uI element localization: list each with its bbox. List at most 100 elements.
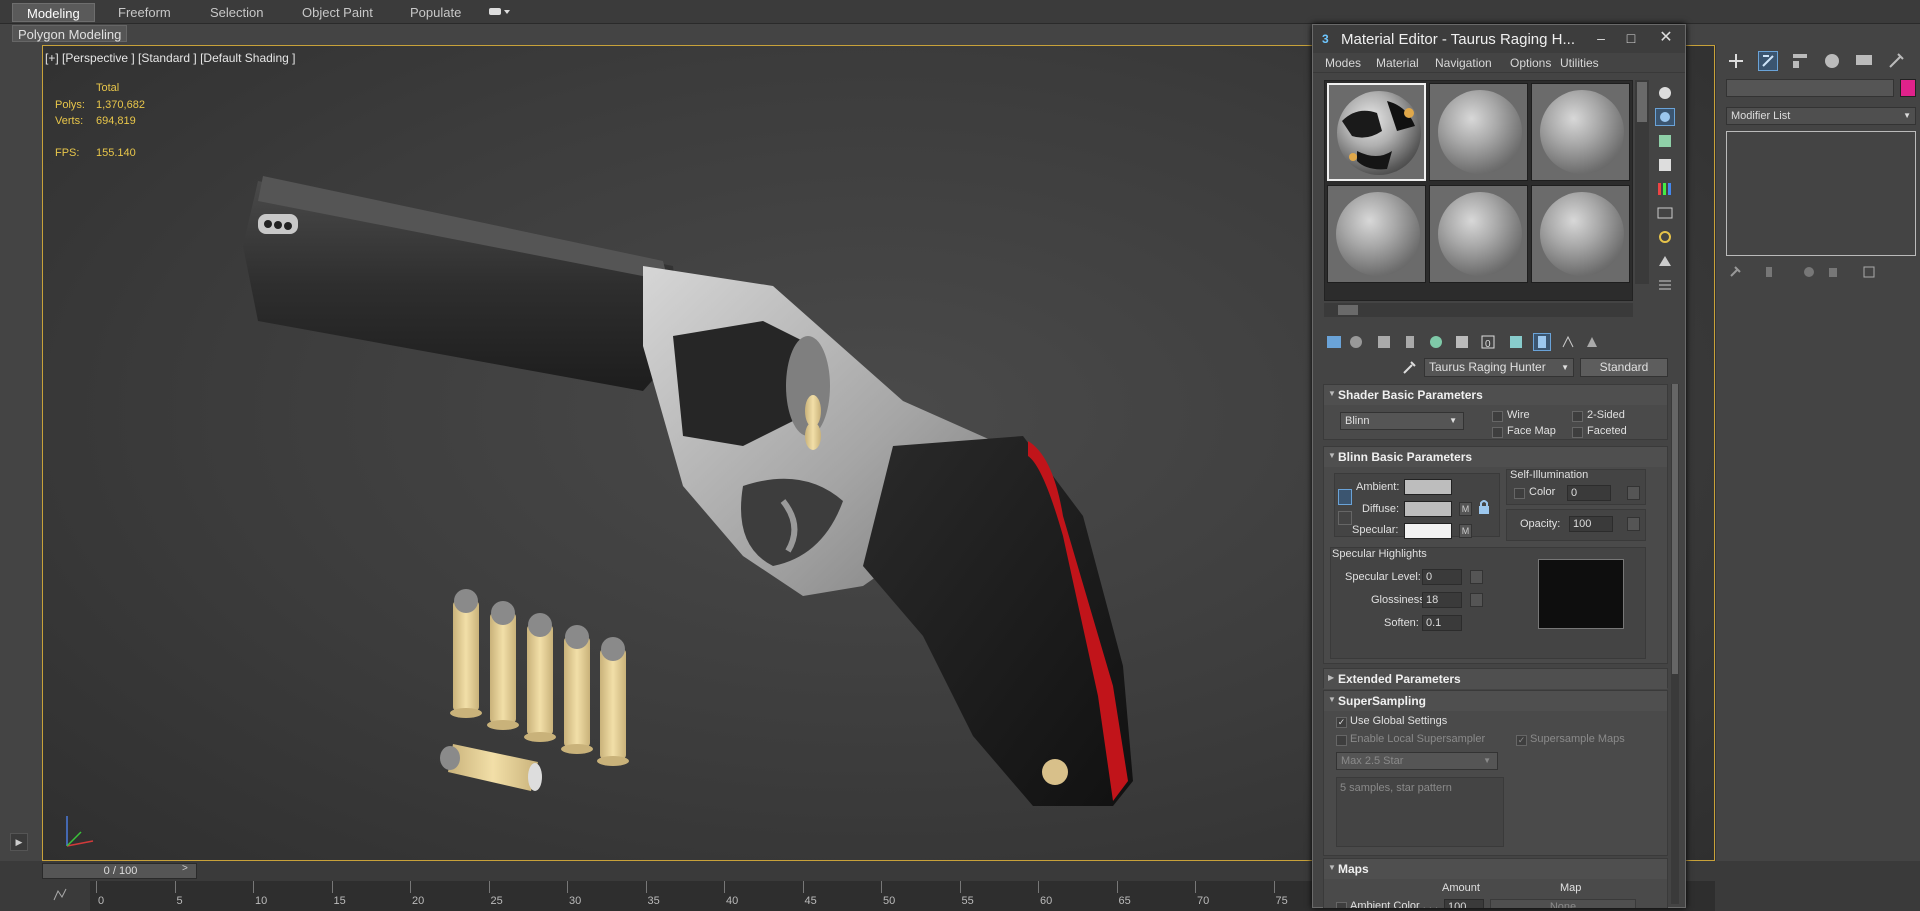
- modify-icon[interactable]: [1758, 51, 1778, 71]
- time-slider[interactable]: 0 / 100: [42, 863, 197, 879]
- ambient-color-amount-spinner[interactable]: 100: [1444, 899, 1484, 908]
- glossiness-spinner[interactable]: 18: [1422, 592, 1462, 608]
- material-type-button[interactable]: Standard: [1580, 358, 1668, 377]
- backlight-icon[interactable]: [1655, 108, 1675, 126]
- menu-navigation[interactable]: Navigation: [1435, 56, 1492, 70]
- menu-options[interactable]: Options: [1510, 56, 1551, 70]
- object-name-field[interactable]: [1726, 79, 1894, 97]
- use-global-settings-checkbox[interactable]: ✓: [1336, 717, 1347, 728]
- opacity-spinner[interactable]: 100: [1569, 516, 1613, 532]
- specular-level-spinner[interactable]: 0: [1422, 569, 1462, 585]
- self-illum-map-button[interactable]: [1627, 486, 1640, 500]
- select-by-material-icon[interactable]: [1655, 252, 1675, 270]
- sample-slot-4[interactable]: [1327, 185, 1426, 283]
- pick-material-eyedropper-icon[interactable]: [1401, 360, 1417, 376]
- slots-horizontal-scrollbar[interactable]: [1324, 303, 1633, 317]
- object-color-swatch[interactable]: [1900, 79, 1916, 97]
- utilities-icon[interactable]: [1886, 51, 1906, 71]
- rollout-header[interactable]: ▶ Extended Parameters: [1324, 669, 1667, 689]
- lock-icon[interactable]: [1477, 499, 1491, 515]
- sample-uv-tiling-icon[interactable]: [1655, 156, 1675, 174]
- self-illum-color-checkbox[interactable]: [1514, 488, 1525, 499]
- reset-colors-icon[interactable]: [1338, 511, 1352, 525]
- rollout-header[interactable]: ▼ Shader Basic Parameters: [1324, 385, 1667, 405]
- tab-selection[interactable]: Selection: [196, 3, 277, 22]
- go-to-parent-icon[interactable]: [1559, 333, 1577, 351]
- lock-ambient-icon[interactable]: [1338, 489, 1352, 505]
- menu-material[interactable]: Material: [1376, 56, 1419, 70]
- tab-modeling[interactable]: Modeling: [12, 3, 95, 22]
- create-icon[interactable]: [1726, 51, 1746, 71]
- video-color-check-icon[interactable]: [1655, 180, 1675, 198]
- diffuse-color-swatch[interactable]: [1404, 501, 1452, 517]
- reset-map-icon[interactable]: [1401, 333, 1419, 351]
- menu-modes[interactable]: Modes: [1325, 56, 1361, 70]
- material-editor-titlebar[interactable]: 3 Material Editor - Taurus Raging H... –…: [1313, 25, 1685, 53]
- sample-type-icon[interactable]: [1655, 84, 1675, 102]
- shader-dropdown[interactable]: Blinn ▼: [1340, 412, 1464, 430]
- rollout-header[interactable]: ▼ SuperSampling: [1324, 691, 1667, 711]
- faceted-checkbox[interactable]: [1572, 427, 1583, 438]
- play-icon[interactable]: ▶: [10, 833, 28, 851]
- show-shaded-material-icon[interactable]: [1507, 333, 1525, 351]
- wire-checkbox[interactable]: [1492, 411, 1503, 422]
- display-icon[interactable]: [1854, 51, 1874, 71]
- make-unique-icon[interactable]: [1802, 265, 1816, 279]
- motion-icon[interactable]: [1822, 51, 1842, 71]
- ribbon-options-icon[interactable]: [488, 6, 512, 18]
- sample-slot-2[interactable]: [1429, 83, 1528, 181]
- modifier-list-dropdown[interactable]: Modifier List ▼: [1726, 107, 1916, 125]
- sample-slot-1[interactable]: [1327, 83, 1426, 181]
- tab-freeform[interactable]: Freeform: [104, 3, 185, 22]
- configure-modifier-sets-icon[interactable]: [1862, 265, 1876, 279]
- self-illum-spinner[interactable]: 0: [1567, 485, 1611, 501]
- slots-vertical-scrollbar[interactable]: [1635, 80, 1649, 284]
- rollout-header[interactable]: ▼ Blinn Basic Parameters: [1324, 447, 1667, 467]
- minimize-icon[interactable]: –: [1589, 28, 1613, 48]
- supersample-maps-checkbox[interactable]: ✓: [1516, 735, 1527, 746]
- assign-to-selection-icon[interactable]: [1375, 333, 1393, 351]
- rollout-header[interactable]: ▼ Maps: [1324, 859, 1667, 879]
- material-map-navigator-icon[interactable]: [1655, 276, 1675, 294]
- specular-level-map-button[interactable]: [1470, 570, 1483, 584]
- face-map-checkbox[interactable]: [1492, 427, 1503, 438]
- tab-populate[interactable]: Populate: [396, 3, 475, 22]
- specular-color-swatch[interactable]: [1404, 523, 1452, 539]
- hierarchy-icon[interactable]: [1790, 51, 1810, 71]
- show-end-result-icon[interactable]: [1762, 265, 1776, 279]
- material-name-field[interactable]: Taurus Raging Hunter ▼: [1424, 358, 1574, 377]
- supersampler-method-dropdown[interactable]: Max 2.5 Star ▼: [1336, 752, 1498, 770]
- put-to-library-icon[interactable]: [1453, 333, 1471, 351]
- specular-map-button[interactable]: M: [1459, 524, 1472, 538]
- material-id-channel-icon[interactable]: 0: [1479, 333, 1497, 351]
- scroll-thumb[interactable]: [1672, 384, 1678, 674]
- polygon-modeling-button[interactable]: Polygon Modeling: [12, 25, 128, 42]
- two-sided-checkbox[interactable]: [1572, 411, 1583, 422]
- diffuse-map-button[interactable]: M: [1459, 502, 1472, 516]
- options-icon[interactable]: [1655, 228, 1675, 246]
- sample-slot-6[interactable]: [1531, 185, 1630, 283]
- scroll-thumb[interactable]: [1637, 82, 1647, 122]
- rollouts-scrollbar[interactable]: [1671, 384, 1679, 904]
- show-end-result-icon[interactable]: [1533, 333, 1551, 351]
- close-icon[interactable]: ✕: [1654, 28, 1678, 48]
- get-material-icon[interactable]: [1325, 333, 1343, 351]
- ambient-color-map-button[interactable]: None: [1490, 899, 1636, 908]
- scroll-thumb[interactable]: [1338, 305, 1358, 315]
- ambient-color-map-checkbox[interactable]: [1336, 902, 1347, 908]
- go-forward-to-sibling-icon[interactable]: [1583, 333, 1601, 351]
- maximize-icon[interactable]: □: [1619, 28, 1643, 48]
- soften-spinner[interactable]: 0.1: [1422, 615, 1462, 631]
- tab-object-paint[interactable]: Object Paint: [288, 3, 387, 22]
- enable-local-supersampler-checkbox[interactable]: [1336, 735, 1347, 746]
- make-unique-icon[interactable]: [1427, 333, 1445, 351]
- sample-slot-3[interactable]: [1531, 83, 1630, 181]
- curve-editor-icon[interactable]: [52, 885, 72, 905]
- ambient-color-swatch[interactable]: [1404, 479, 1452, 495]
- remove-modifier-icon[interactable]: [1826, 265, 1840, 279]
- time-next-icon[interactable]: >: [182, 863, 194, 879]
- glossiness-map-button[interactable]: [1470, 593, 1483, 607]
- modifier-stack[interactable]: [1726, 131, 1916, 256]
- background-icon[interactable]: [1655, 132, 1675, 150]
- menu-utilities[interactable]: Utilities: [1560, 56, 1599, 70]
